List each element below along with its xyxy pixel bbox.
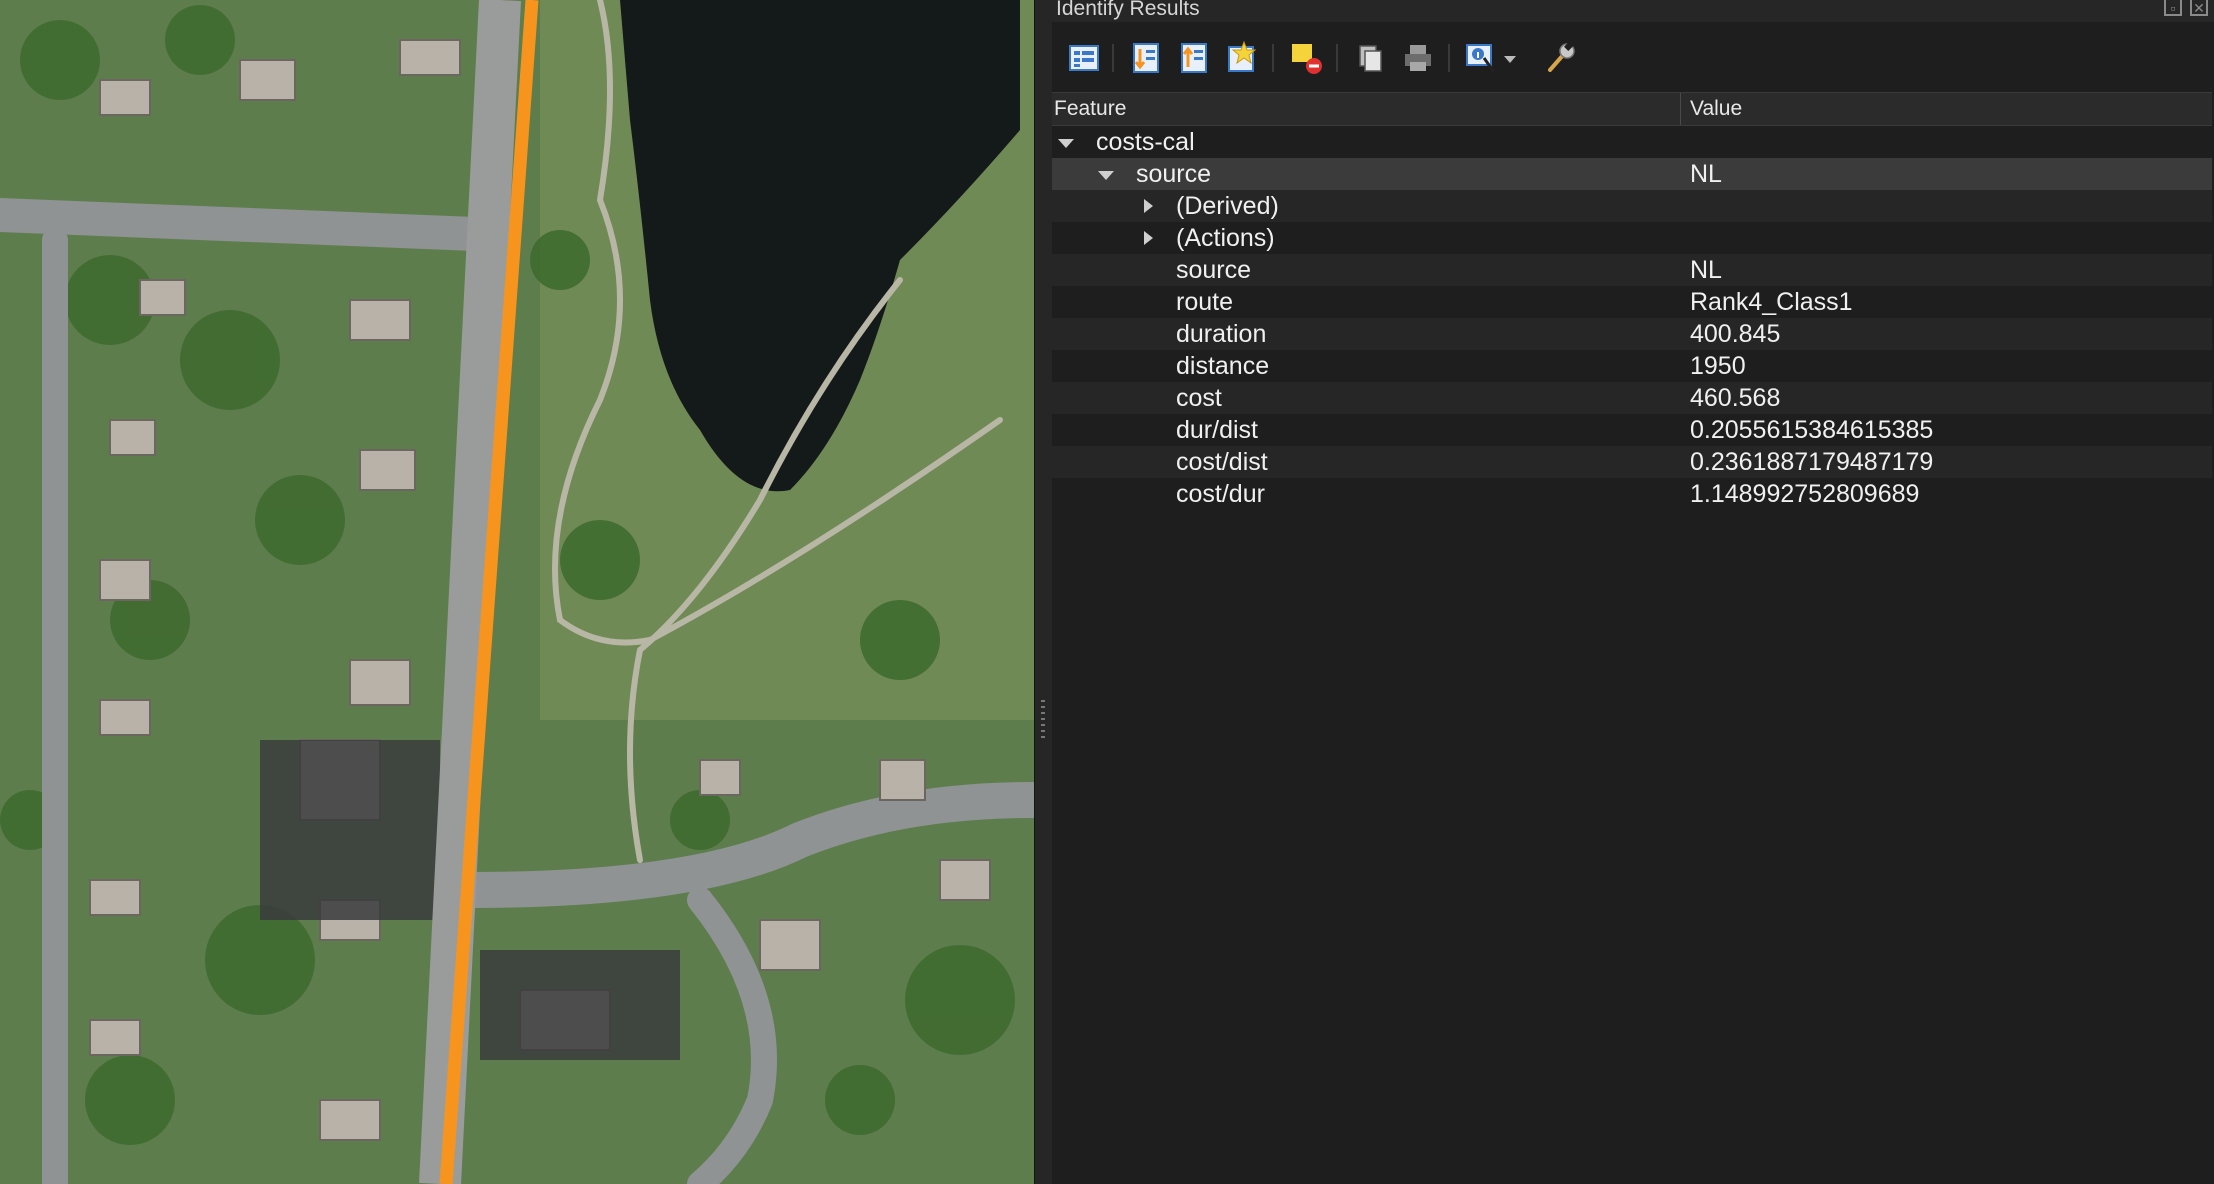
attribute-name: duration [1176, 320, 1267, 348]
attribute-value: 1.148992752809689 [1690, 480, 1920, 508]
map-canvas[interactable] [0, 0, 1034, 1184]
group-label: (Actions) [1176, 224, 1275, 252]
attribute-row[interactable]: source NL [1052, 254, 2212, 286]
attribute-row[interactable]: dur/dist 0.2055615384615385 [1052, 414, 2212, 446]
attribute-name: cost/dist [1176, 448, 1268, 476]
tree-row-feature[interactable]: source NL [1052, 158, 2212, 190]
attribute-value: NL [1690, 256, 1722, 284]
tree-row-layer[interactable]: costs-cal [1052, 126, 2212, 158]
highlight-features-icon[interactable] [1224, 40, 1260, 76]
attribute-row[interactable]: route Rank4_Class1 [1052, 286, 2212, 318]
attribute-value: 1950 [1690, 352, 1746, 380]
toolbar-separator [1272, 44, 1274, 72]
attribute-value: 0.2361887179487179 [1690, 448, 1934, 476]
panel-title: Identify Results [1056, 0, 1200, 20]
layer-name: costs-cal [1096, 128, 1195, 156]
settings-wrench-icon[interactable] [1542, 40, 1578, 76]
toolbar-separator [1336, 44, 1338, 72]
collapse-all-icon[interactable] [1176, 40, 1212, 76]
attribute-name: route [1176, 288, 1233, 316]
tree-row-actions[interactable]: (Actions) [1052, 222, 2212, 254]
clear-highlights-icon[interactable] [1288, 40, 1324, 76]
copy-feature-icon[interactable] [1352, 40, 1388, 76]
group-label: (Derived) [1176, 192, 1279, 220]
attribute-value: 460.568 [1690, 384, 1781, 412]
collapsed-arrow-icon[interactable] [1144, 231, 1153, 245]
attribute-value: 400.845 [1690, 320, 1781, 348]
attribute-name: cost/dur [1176, 480, 1265, 508]
attribute-value: 0.2055615384615385 [1690, 416, 1934, 444]
identify-results-panel: Identify Results ▫ ✕ Feature Value costs… [1052, 0, 2214, 1184]
attribute-name: cost [1176, 384, 1222, 412]
attribute-name: dur/dist [1176, 416, 1258, 444]
float-panel-icon[interactable]: ▫ [2164, 0, 2182, 16]
panel-titlebar: Identify Results ▫ ✕ [1052, 0, 2214, 22]
results-table-header: Feature Value [1052, 92, 2212, 126]
column-header-feature[interactable]: Feature [1054, 93, 1126, 125]
print-icon[interactable] [1400, 40, 1436, 76]
close-icon[interactable]: ✕ [2190, 0, 2208, 16]
attribute-row[interactable]: cost/dur 1.148992752809689 [1052, 478, 2212, 510]
expand-arrow-icon[interactable] [1098, 171, 1114, 180]
tree-row-derived[interactable]: (Derived) [1052, 190, 2212, 222]
attribute-row[interactable]: cost/dist 0.2361887179487179 [1052, 446, 2212, 478]
toolbar-separator [1448, 44, 1450, 72]
column-divider[interactable] [1680, 93, 1681, 125]
expand-arrow-icon[interactable] [1058, 139, 1074, 148]
feature-value: NL [1690, 160, 1722, 188]
attribute-row[interactable]: cost 460.568 [1052, 382, 2212, 414]
feature-name: source [1136, 160, 1212, 188]
collapsed-arrow-icon[interactable] [1144, 199, 1153, 213]
expand-tree-icon[interactable] [1066, 40, 1102, 76]
toolbar-separator [1112, 44, 1114, 72]
attribute-name: source [1176, 256, 1252, 284]
panel-splitter[interactable] [1034, 0, 1053, 1184]
attribute-row[interactable]: duration 400.845 [1052, 318, 2212, 350]
identify-mode-icon[interactable] [1464, 40, 1500, 76]
expand-all-icon[interactable] [1128, 40, 1164, 76]
chevron-down-icon[interactable] [1500, 40, 1520, 76]
satellite-imagery [0, 0, 1034, 1184]
attribute-name: distance [1176, 352, 1270, 380]
attribute-value: Rank4_Class1 [1690, 288, 1853, 316]
splitter-grip [1041, 700, 1045, 740]
identify-toolbar [1052, 22, 2214, 92]
column-header-value[interactable]: Value [1690, 93, 1742, 125]
attribute-row[interactable]: distance 1950 [1052, 350, 2212, 382]
